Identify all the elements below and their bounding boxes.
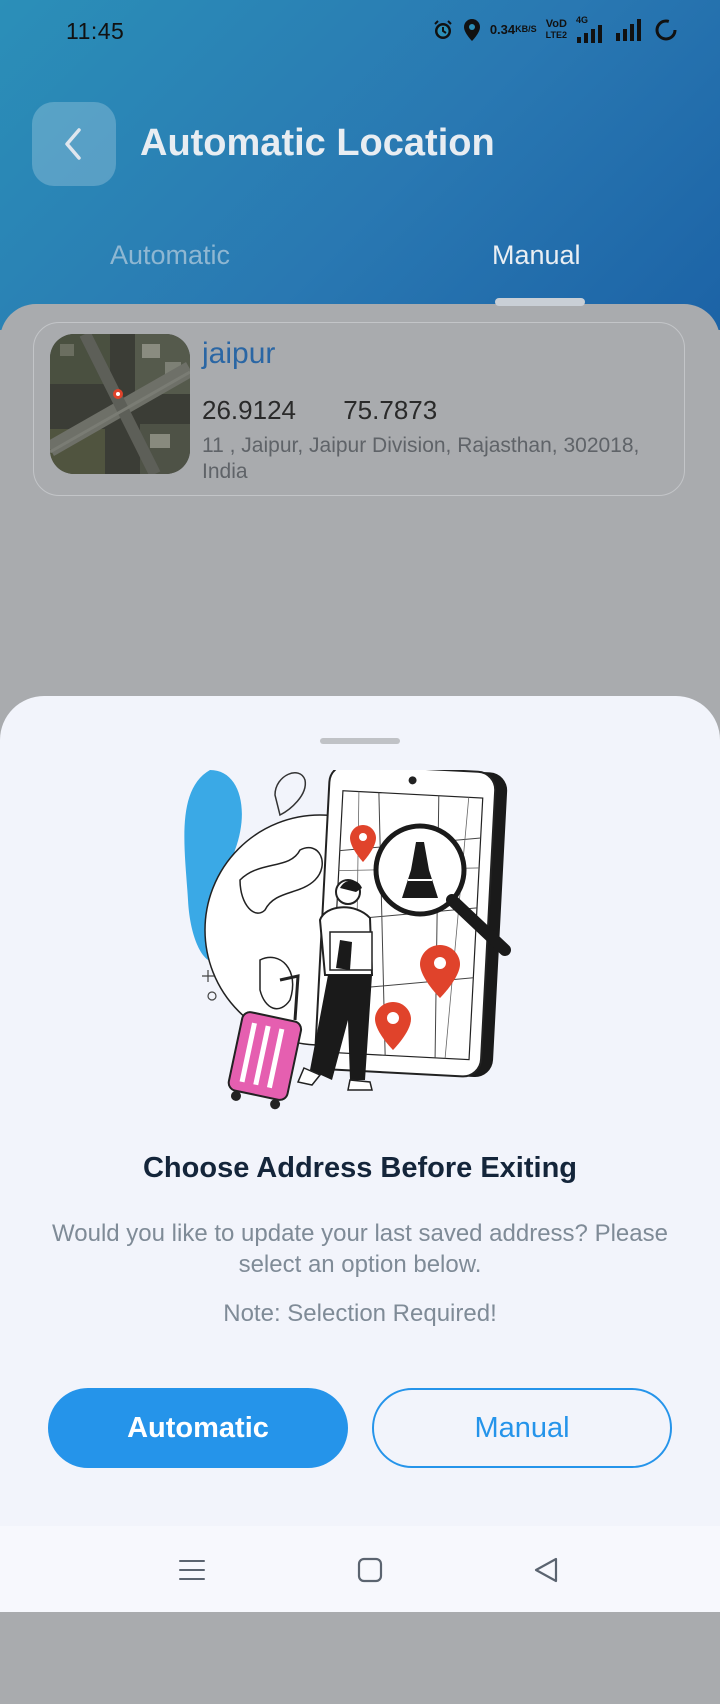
volte-bottom: LTE2 [545, 29, 567, 40]
loading-ring-icon [654, 18, 678, 42]
back-button[interactable] [32, 102, 116, 186]
network-type: 4G [576, 15, 589, 25]
selection-note: Note: Selection Required! [223, 1300, 497, 1327]
signal-icon [615, 18, 645, 41]
tab-indicator [495, 298, 585, 306]
volte-indicator: VoD LTE2 [545, 17, 567, 41]
sheet-description: Would you like to update your last saved… [52, 1220, 668, 1278]
location-name: jaipur [202, 337, 276, 370]
chevron-left-icon [65, 128, 81, 160]
travel-illustration [180, 763, 540, 1130]
location-pin-icon [463, 18, 481, 42]
map-thumbnail [50, 334, 190, 474]
location-card[interactable]: jaipur 26.9124 75.7873 11 , Jaipur, Jaip… [33, 322, 685, 496]
tab-automatic[interactable]: Automatic [110, 240, 230, 271]
network-speed: 0.34 KB/S [489, 22, 537, 37]
coordinates: 26.9124 75.7873 [202, 395, 437, 426]
tab-manual[interactable]: Manual [492, 240, 581, 271]
latitude: 26.9124 [202, 395, 296, 425]
back-icon[interactable] [528, 1554, 564, 1586]
speed-unit: KB/S [515, 24, 537, 34]
system-nav-bar [0, 1526, 720, 1612]
speed-value: 0.34 [489, 22, 516, 37]
status-icons: 0.34 KB/S VoD LTE2 4G [432, 16, 678, 43]
location-address: 11 , Jaipur, Jaipur Division, Rajasthan,… [202, 434, 640, 483]
manual-button[interactable]: Manual [372, 1388, 672, 1468]
alarm-icon [432, 19, 454, 41]
status-bar: 11:45 0.34 KB/S VoD LTE2 4G [0, 0, 720, 64]
sheet-title: Choose Address Before Exiting [142, 1152, 577, 1184]
home-icon[interactable] [352, 1554, 388, 1586]
volte-top: VoD [545, 17, 567, 30]
automatic-button[interactable]: Automatic [48, 1388, 348, 1468]
signal-icon: 4G [576, 16, 606, 43]
page-title: Automatic Location [140, 122, 495, 164]
longitude: 75.7873 [343, 395, 438, 425]
status-time: 11:45 [66, 18, 125, 44]
menu-icon[interactable] [174, 1554, 210, 1586]
sheet-drag-handle[interactable] [320, 738, 400, 744]
